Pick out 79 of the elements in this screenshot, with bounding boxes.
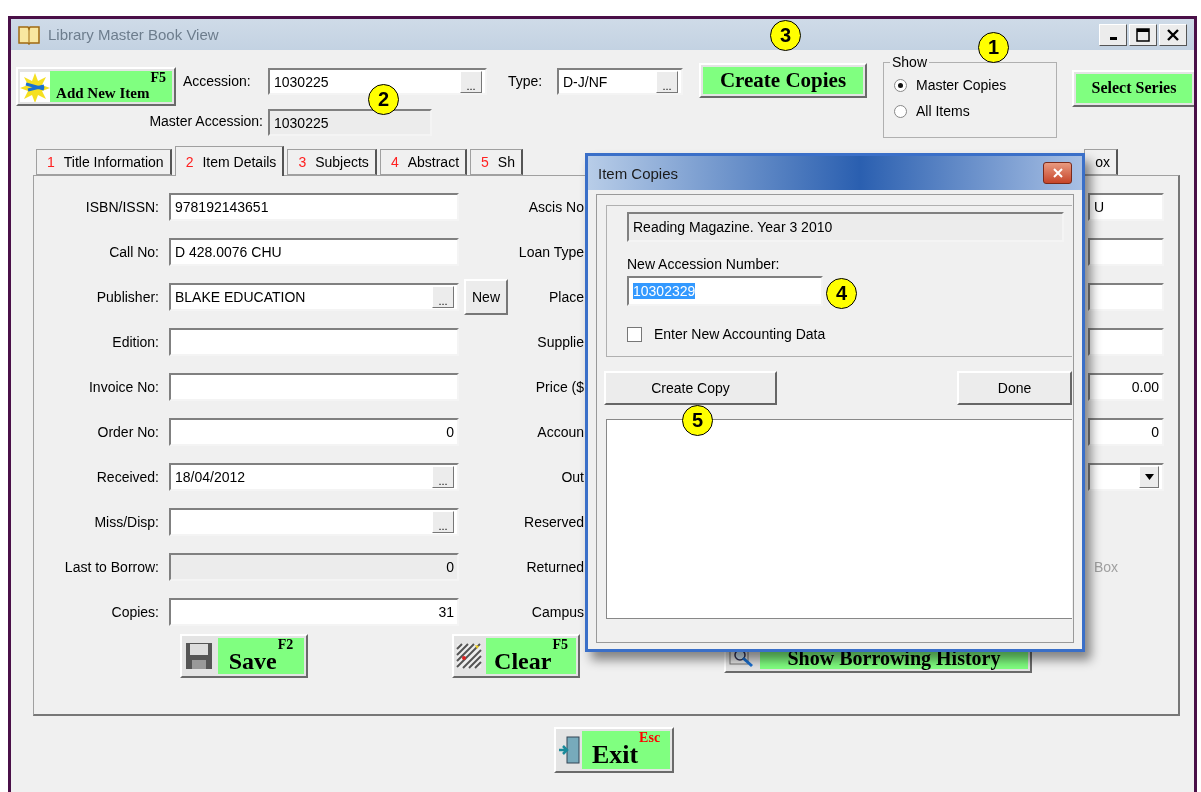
create-copy-button[interactable]: Create Copy — [604, 371, 777, 405]
field-label: Publisher: — [96, 288, 159, 305]
field-label: Last to Borrow: — [64, 558, 159, 575]
text-field[interactable]: BLAKE EDUCATION ... — [169, 282, 459, 311]
option-label: Box — [1094, 558, 1119, 575]
text-field[interactable]: 0 — [1088, 417, 1164, 446]
text-field[interactable] — [169, 327, 459, 356]
field-label: Returned — [526, 558, 584, 575]
field-label: New Accession Number: — [627, 256, 781, 272]
book-icon — [18, 24, 40, 45]
window-title: Library Master Book View — [48, 26, 219, 43]
tab[interactable]: 3 Subjects — [287, 149, 377, 175]
maximize-icon — [1136, 27, 1150, 42]
field-label: Supplie — [537, 333, 584, 350]
text-field[interactable]: D 428.0076 CHU — [169, 237, 459, 266]
select-series-button[interactable]: Select Series — [1072, 70, 1194, 107]
field-label: Received: — [96, 468, 159, 485]
field-label: Call No: — [109, 243, 159, 260]
dropdown-arrow-icon — [1144, 473, 1154, 480]
field-label: ISBN/ISSN: — [85, 198, 159, 215]
field-label: Miss/Disp: — [94, 513, 159, 530]
field-label: Copies: — [111, 603, 159, 620]
browse-button[interactable]: ... — [432, 510, 454, 533]
field-label: Reserved — [524, 513, 584, 530]
text-field[interactable]: ... — [169, 507, 459, 536]
field-label: Type: — [508, 73, 543, 89]
minimize-icon — [1109, 37, 1117, 40]
text-field[interactable]: U — [1088, 192, 1164, 221]
field-label: Place — [548, 288, 584, 305]
eraser-pattern-icon — [456, 643, 482, 669]
field-label: Order No: — [97, 423, 159, 440]
exit-button[interactable]: Exit $^{Esc}$ — [554, 727, 674, 773]
text-field[interactable]: 978192143651 — [169, 192, 459, 221]
browse-button[interactable]: ... — [432, 285, 454, 308]
browse-button[interactable]: ... — [656, 70, 678, 93]
field-label: Loan Type — [518, 243, 584, 260]
close-icon — [1166, 27, 1180, 42]
door-exit-icon — [558, 735, 582, 765]
field-label: Master Accession: — [149, 113, 263, 131]
browse-button[interactable]: ... — [432, 465, 454, 488]
text-field[interactable]: 0 — [169, 417, 459, 446]
text-field[interactable] — [169, 372, 459, 401]
new-button[interactable]: New — [464, 278, 508, 315]
dialog-title: Item Copies — [598, 164, 679, 182]
field-label: Accoun — [537, 423, 584, 440]
tab[interactable]: 4 Abstract — [379, 149, 468, 175]
field-label: Edition: — [112, 333, 159, 350]
text-field[interactable] — [1088, 327, 1164, 356]
text-field[interactable]: 1030225 — [268, 109, 432, 136]
new-starburst-icon — [20, 71, 50, 102]
text-field[interactable]: Reading Magazine. Year 3 2010 — [627, 212, 1064, 242]
field-label: Ascis No — [528, 198, 584, 215]
tab[interactable]: 1 Title Information — [36, 149, 172, 175]
tab[interactable]: ox — [1084, 149, 1118, 175]
text-field[interactable] — [1088, 282, 1164, 311]
field-label: Out — [561, 468, 584, 485]
text-field[interactable]: 0.00 — [1088, 372, 1164, 401]
group-title: Show — [890, 54, 930, 70]
done-button[interactable]: Done — [957, 371, 1072, 405]
browse-button[interactable]: ... — [460, 70, 482, 93]
checkbox-option[interactable]: Enter New Accounting Data — [627, 326, 1064, 342]
text-field[interactable]: D-J/NF ... — [557, 68, 683, 95]
field-label: Invoice No: — [88, 378, 159, 395]
create-copies-button[interactable]: Create Copies — [699, 63, 867, 98]
tab[interactable]: 2 Item Details — [174, 146, 285, 176]
close-icon — [1052, 168, 1063, 178]
text-field[interactable]: 18/04/2012 ... — [169, 462, 459, 491]
radio-option[interactable]: All Items — [894, 103, 1046, 119]
field-label: Campus — [531, 603, 584, 620]
field-label: Price ($ — [535, 378, 584, 395]
minimize-button[interactable] — [1099, 23, 1127, 46]
field-label: Accession: — [183, 73, 251, 89]
dropdown-field[interactable] — [1088, 462, 1164, 491]
text-field[interactable] — [1088, 237, 1164, 266]
tab[interactable]: 5 Sh — [470, 149, 523, 175]
radio-option[interactable]: Master Copies — [894, 77, 1046, 93]
text-field[interactable]: 31 — [169, 597, 459, 626]
maximize-button[interactable] — [1129, 23, 1157, 46]
close-button[interactable] — [1043, 162, 1072, 184]
